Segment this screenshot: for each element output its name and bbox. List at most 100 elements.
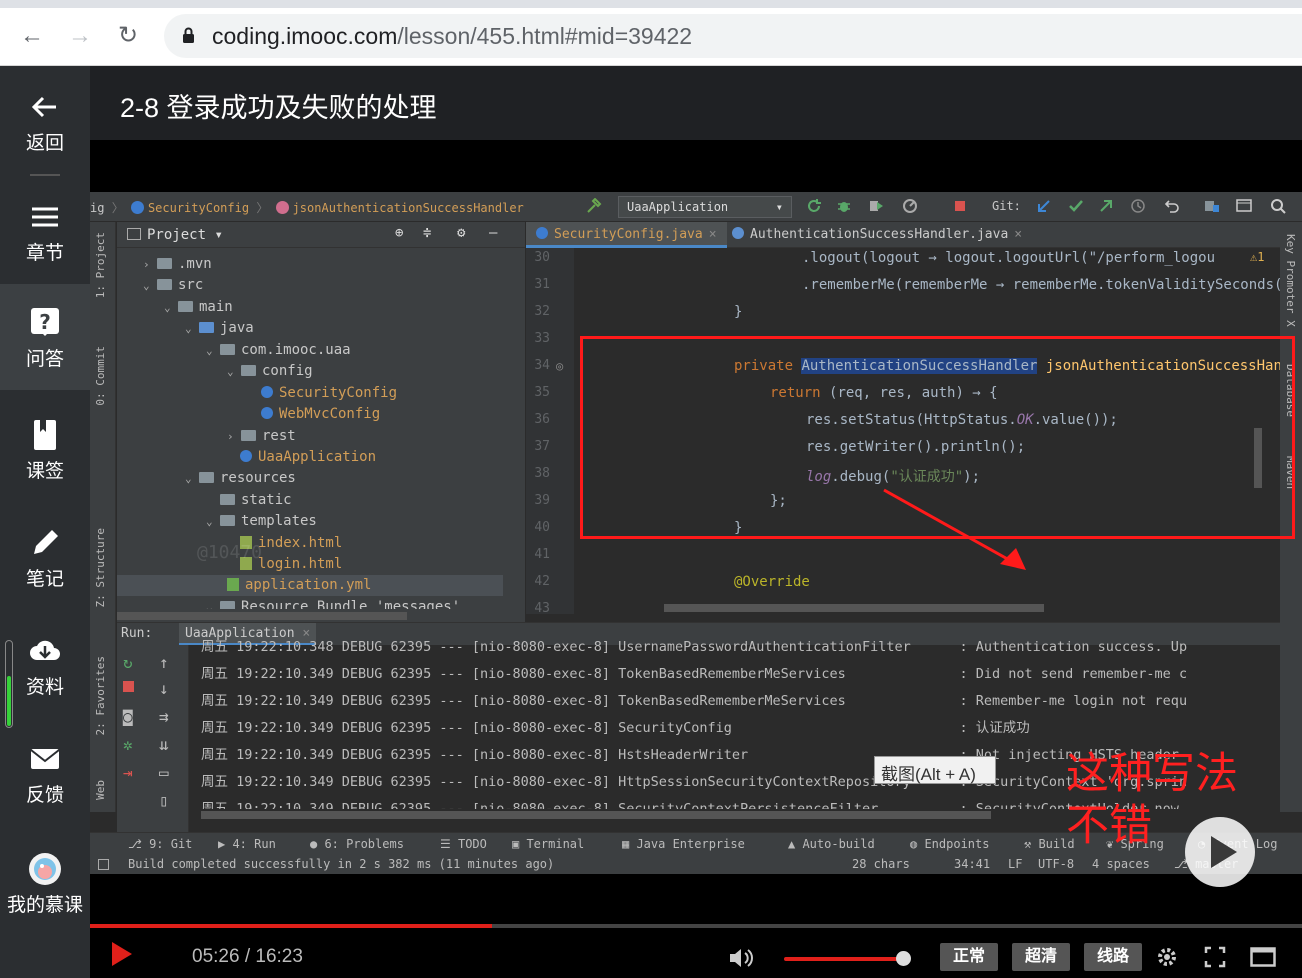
volume-icon[interactable] bbox=[728, 946, 754, 970]
stop-icon[interactable] bbox=[952, 198, 968, 214]
tree-item[interactable]: UaaApplication bbox=[240, 447, 376, 468]
video-player[interactable]: ig 〉 SecurityConfig 〉 jsonAuthentication… bbox=[90, 140, 1302, 978]
fullscreen-icon[interactable] bbox=[1204, 946, 1226, 968]
tree-item[interactable]: ⌄ templates bbox=[206, 511, 317, 532]
locate-icon[interactable]: ⊕ bbox=[395, 225, 403, 241]
horizontal-scrollbar[interactable] bbox=[664, 604, 1044, 612]
gear-icon[interactable]: ⚙ bbox=[457, 225, 465, 241]
close-icon[interactable]: × bbox=[1014, 227, 1022, 242]
status-eol[interactable]: LF bbox=[1008, 857, 1022, 871]
rollback-icon[interactable] bbox=[1164, 198, 1180, 214]
tool-tab-run[interactable]: ▶ 4: Run bbox=[218, 837, 276, 851]
tree-item[interactable]: › .mvn bbox=[143, 254, 212, 275]
breadcrumb-class[interactable]: SecurityConfig bbox=[148, 201, 249, 215]
settings-run-icon[interactable]: ✲ bbox=[123, 735, 133, 754]
tool-tab-auto-build[interactable]: ▲ Auto-build bbox=[788, 837, 875, 851]
sidebar-item-qa[interactable]: ? 问答 bbox=[0, 284, 90, 390]
tree-item[interactable]: › rest bbox=[227, 426, 296, 447]
video-progress-bar[interactable] bbox=[90, 924, 1302, 928]
tool-tab-structure[interactable]: Z: Structure bbox=[94, 528, 107, 607]
editor-tab-successhandler[interactable]: AuthenticationSuccessHandler.java × bbox=[722, 222, 1032, 248]
widescreen-icon[interactable] bbox=[1250, 947, 1276, 967]
horizontal-scrollbar[interactable] bbox=[117, 612, 407, 620]
tool-windows-icon[interactable] bbox=[98, 859, 109, 870]
volume-knob[interactable] bbox=[896, 951, 911, 966]
tool-tab-todo[interactable]: ☰ TODO bbox=[440, 837, 487, 851]
debug-bug-icon[interactable] bbox=[836, 198, 852, 214]
volume-slider[interactable] bbox=[784, 957, 902, 961]
hide-icon[interactable]: — bbox=[489, 225, 497, 241]
stop-icon[interactable] bbox=[123, 681, 134, 692]
sidebar-item-notes[interactable]: 笔记 bbox=[0, 526, 90, 626]
play-icon[interactable] bbox=[112, 942, 132, 966]
build-hammer-icon[interactable] bbox=[586, 198, 602, 214]
sidebar-item-my-imooc[interactable]: 我的慕课 bbox=[0, 852, 90, 952]
tree-item[interactable]: ⌄ com.imooc.uaa bbox=[206, 340, 351, 361]
status-indent[interactable]: 4 spaces bbox=[1092, 857, 1150, 871]
project-structure-icon[interactable] bbox=[1204, 198, 1220, 214]
print-icon[interactable]: ▭ bbox=[159, 763, 169, 782]
trash-icon[interactable]: ▯ bbox=[159, 791, 169, 810]
camera-icon[interactable]: ◙ bbox=[123, 707, 133, 726]
tool-tab-java-enterprise[interactable]: ▦ Java Enterprise bbox=[622, 837, 745, 851]
center-play-button[interactable] bbox=[1185, 817, 1255, 887]
forward-icon[interactable]: → bbox=[66, 22, 94, 50]
collapse-all-icon[interactable]: ≑ bbox=[423, 225, 431, 241]
bean-gutter-icon[interactable]: ◎ bbox=[556, 359, 563, 373]
history-icon[interactable] bbox=[1130, 198, 1146, 214]
warning-indicator[interactable]: ⚠1 bbox=[1250, 250, 1264, 264]
tree-item[interactable]: SecurityConfig bbox=[261, 383, 397, 404]
git-push-icon[interactable] bbox=[1098, 198, 1114, 214]
tool-tab-project[interactable]: 1: Project bbox=[94, 232, 107, 298]
tool-tab-terminal[interactable]: ▣ Terminal bbox=[512, 837, 584, 851]
back-icon[interactable]: ← bbox=[18, 22, 46, 50]
close-icon[interactable]: × bbox=[709, 227, 717, 242]
reload-icon[interactable]: ↻ bbox=[114, 22, 142, 50]
tree-item[interactable]: ⌄ Resource Bundle 'messages' bbox=[206, 597, 460, 609]
tree-item[interactable]: ⌄ config bbox=[227, 361, 313, 382]
tree-item-selected[interactable]: application.yml bbox=[117, 575, 503, 596]
status-position[interactable]: 34:41 bbox=[954, 857, 990, 871]
tree-item[interactable]: ⌄ java bbox=[185, 318, 254, 339]
rerun-icon[interactable] bbox=[806, 198, 822, 214]
soft-wrap-icon[interactable]: ⇉ bbox=[159, 707, 169, 726]
tree-item[interactable]: static bbox=[220, 490, 292, 511]
tool-tab-problems[interactable]: ● 6: Problems bbox=[310, 837, 404, 851]
presentation-icon[interactable] bbox=[1236, 198, 1252, 214]
up-arrow-icon[interactable]: ↑ bbox=[159, 653, 169, 672]
run-config-select[interactable]: UaaApplication ▾ bbox=[618, 196, 792, 218]
tool-tab-key-promoter[interactable]: Key Promoter X bbox=[1284, 234, 1297, 327]
tree-item[interactable]: WebMvcConfig bbox=[261, 404, 380, 425]
rerun-icon[interactable]: ↻ bbox=[123, 653, 133, 672]
horizontal-scrollbar[interactable] bbox=[201, 811, 991, 819]
tool-tab-git[interactable]: ⎇ 9: Git bbox=[128, 837, 192, 851]
gear-icon[interactable] bbox=[1156, 946, 1178, 968]
tool-tab-favorites[interactable]: 2: Favorites bbox=[94, 656, 107, 735]
git-commit-icon[interactable] bbox=[1068, 198, 1084, 214]
coverage-icon[interactable] bbox=[868, 198, 884, 214]
tool-tab-endpoints[interactable]: ◍ Endpoints bbox=[910, 837, 989, 851]
quality-normal-button[interactable]: 正常 bbox=[940, 943, 998, 971]
tool-tab-web[interactable]: Web bbox=[94, 780, 107, 800]
editor-tab-securityconfig[interactable]: SecurityConfig.java × bbox=[526, 222, 727, 248]
tree-item[interactable]: ⌄ main bbox=[164, 297, 233, 318]
search-icon[interactable] bbox=[1270, 198, 1286, 214]
chevron-down-icon[interactable]: ▾ bbox=[214, 227, 222, 243]
git-update-icon[interactable] bbox=[1036, 198, 1052, 214]
scroll-end-icon[interactable]: ⇊ bbox=[159, 735, 169, 754]
status-encoding[interactable]: UTF-8 bbox=[1038, 857, 1074, 871]
tree-item[interactable]: ⌄ src bbox=[143, 275, 203, 296]
sidebar-item-feedback[interactable]: 反馈 bbox=[0, 742, 90, 842]
quality-hd-button[interactable]: 超清 bbox=[1012, 943, 1070, 971]
project-panel-title[interactable]: Project bbox=[147, 227, 206, 243]
sidebar-item-bookmark[interactable]: 课签 bbox=[0, 418, 90, 518]
route-button[interactable]: 线路 bbox=[1084, 943, 1142, 971]
exit-icon[interactable]: ⇥ bbox=[123, 763, 133, 782]
tree-item[interactable]: ⌄ resources bbox=[185, 468, 296, 489]
tool-tab-commit[interactable]: 0: Commit bbox=[94, 346, 107, 406]
down-arrow-icon[interactable]: ↓ bbox=[159, 679, 169, 698]
profile-icon[interactable] bbox=[902, 198, 918, 214]
sidebar-item-materials[interactable]: 资料 bbox=[0, 634, 90, 734]
breadcrumb-method[interactable]: jsonAuthenticationSuccessHandler bbox=[293, 201, 524, 215]
address-bar[interactable]: coding.imooc.com/lesson/455.html#mid=394… bbox=[164, 14, 1302, 58]
